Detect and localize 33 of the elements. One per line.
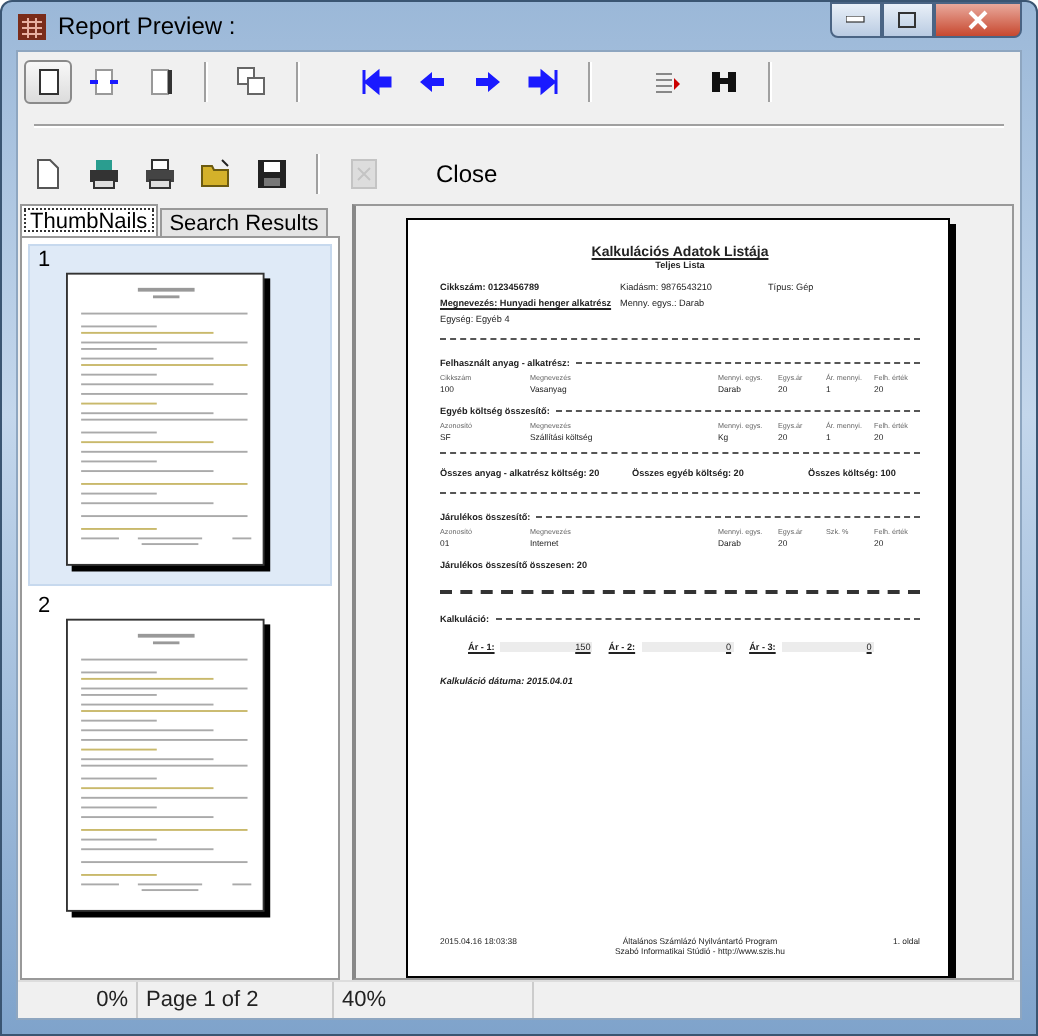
- page-number: 1: [38, 248, 53, 272]
- single-page-icon: [34, 68, 62, 96]
- status-text: 0%: [18, 982, 138, 1018]
- last-page-icon: [528, 68, 560, 96]
- page-number: 2: [38, 594, 53, 618]
- app-icon: [16, 10, 48, 42]
- document-icon: [348, 158, 380, 190]
- page-width-icon: [88, 68, 120, 96]
- minimize-icon: [846, 16, 866, 24]
- close-button[interactable]: [934, 2, 1022, 38]
- arrow-left-icon: [416, 68, 448, 96]
- window-title: Report Preview :: [58, 12, 238, 40]
- page-thumbnail[interactable]: 1: [28, 244, 332, 586]
- printer-icon: [144, 158, 176, 190]
- status-text: 40%: [334, 982, 534, 1018]
- tab[interactable]: ThumbNails: [20, 204, 158, 236]
- full-page-icon: [146, 68, 174, 96]
- single-page-button[interactable]: [24, 60, 72, 104]
- lines-arrow-icon: [654, 68, 682, 96]
- close-button[interactable]: Close: [428, 152, 506, 196]
- close-icon: [968, 10, 988, 30]
- status-text: Page 1 of 2: [138, 982, 334, 1018]
- printer-icon: [88, 158, 120, 190]
- minimize-button[interactable]: [830, 2, 882, 38]
- multi-page-icon: [236, 66, 268, 98]
- first-page-icon: [360, 68, 392, 96]
- page-thumbnail[interactable]: 2: [28, 590, 332, 932]
- maximize-icon: [898, 11, 918, 29]
- arrow-right-icon: [472, 68, 504, 96]
- maximize-button[interactable]: [882, 2, 934, 38]
- folder-icon: [200, 158, 232, 190]
- tab[interactable]: Search Results: [159, 208, 329, 236]
- document-icon: [36, 158, 60, 190]
